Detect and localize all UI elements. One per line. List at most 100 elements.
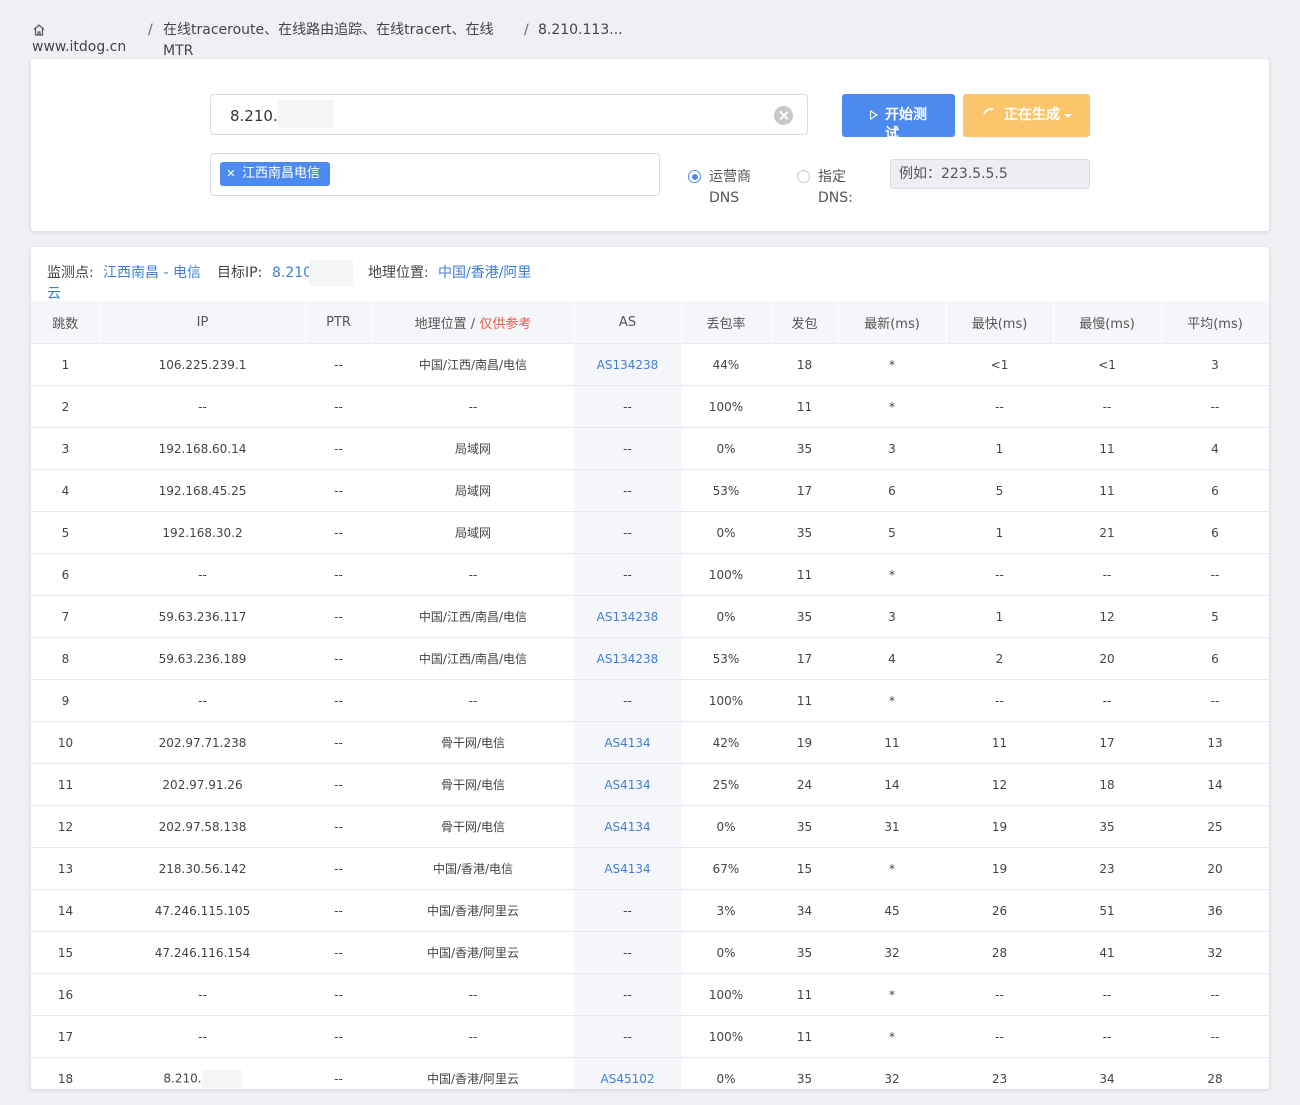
col-loss: 丢包率: [681, 301, 772, 344]
generate-button[interactable]: 正在生成: [963, 94, 1090, 137]
cell-ip: --: [100, 973, 305, 1016]
cell-geo: 骨干网/电信: [372, 805, 574, 848]
cell-hop: 16: [31, 973, 100, 1016]
cell-as[interactable]: AS4134: [574, 847, 681, 890]
cell-worst: --: [1053, 679, 1161, 722]
cell-ptr: --: [305, 427, 372, 470]
radio-unchecked[interactable]: [797, 170, 810, 183]
cell-geo: 局域网: [372, 511, 574, 554]
cell-geo: --: [372, 385, 574, 428]
cell-worst: 51: [1053, 889, 1161, 932]
table-row: 1 106.225.239.1 -- 中国/江西/南昌/电信 AS134238 44% 18…: [31, 343, 1269, 386]
cell-loss: 53%: [681, 637, 771, 680]
cell-ptr: --: [305, 973, 372, 1016]
cell-geo: 中国/香港/电信: [372, 847, 574, 890]
cell-worst: 21: [1053, 511, 1161, 554]
cell-sent: 11: [771, 385, 838, 428]
cell-last: 6: [838, 469, 946, 512]
node-value[interactable]: 江西南昌 - 电信: [103, 263, 201, 284]
cell-last: *: [838, 847, 946, 890]
node-select[interactable]: ✕ 江西南昌电信: [210, 153, 660, 196]
start-test-button[interactable]: 开始测试: [842, 94, 955, 137]
cell-geo: 局域网: [372, 469, 574, 512]
cell-best: 23: [946, 1057, 1053, 1089]
cell-ip: 192.168.30.2: [100, 511, 305, 554]
cell-last: *: [838, 1015, 946, 1058]
cell-as[interactable]: AS4134: [574, 805, 681, 848]
cell-best: 26: [946, 889, 1053, 932]
table-row: 14 47.246.115.105 -- 中国/香港/阿里云 -- 3% 34 45 26 51 3…: [31, 889, 1269, 932]
breadcrumb-home-label[interactable]: www.itdog.cn: [32, 39, 126, 55]
cell-avg: 36: [1161, 889, 1269, 932]
cell-loss: 0%: [681, 1057, 771, 1089]
cell-ip: 106.225.239.1: [100, 343, 305, 386]
cell-geo: --: [372, 1015, 574, 1058]
cell-best: 11: [946, 721, 1053, 764]
geo-value[interactable]: 中国/香港/阿里: [438, 263, 531, 284]
col-worst: 最慢(ms): [1053, 301, 1162, 344]
cell-as[interactable]: AS134238: [574, 595, 681, 638]
cell-best: --: [946, 679, 1053, 722]
cell-last: 32: [838, 1057, 946, 1089]
cell-avg: 14: [1161, 763, 1269, 806]
dns-input[interactable]: 例如：223.5.5.5: [890, 159, 1090, 189]
cell-worst: 35: [1053, 805, 1161, 848]
cell-as: --: [574, 385, 681, 428]
cell-as[interactable]: AS4134: [574, 763, 681, 806]
cell-sent: 35: [771, 595, 838, 638]
cell-avg: 6: [1161, 637, 1269, 680]
cell-last: *: [838, 679, 946, 722]
cell-ip: 192.168.45.25: [100, 469, 305, 512]
cell-geo: 局域网: [372, 427, 574, 470]
table-row: 16 -- -- -- -- 100% 11 * -- -- --: [31, 973, 1269, 1016]
cell-hop: 12: [31, 805, 100, 848]
cell-avg: 5: [1161, 595, 1269, 638]
cell-as[interactable]: AS134238: [574, 637, 681, 680]
tag-remove-icon[interactable]: ✕: [220, 162, 242, 186]
cell-hop: 5: [31, 511, 100, 554]
cell-worst: 34: [1053, 1057, 1161, 1089]
result-summary: 监测点: 江西南昌 - 电信 云 目标IP: 8.210. 地理位置: 中国/香…: [47, 260, 1247, 303]
col-last: 最新(ms): [838, 301, 947, 344]
target-input[interactable]: 8.210.: [210, 94, 808, 135]
cell-as[interactable]: AS4134: [574, 721, 681, 764]
loading-icon: [980, 105, 1002, 127]
radio-checked[interactable]: [688, 170, 701, 183]
cell-best: --: [946, 1015, 1053, 1058]
cell-hop: 15: [31, 931, 100, 974]
cell-last: *: [838, 973, 946, 1016]
cell-avg: --: [1161, 553, 1269, 596]
table-row: 17 -- -- -- -- 100% 11 * -- -- --: [31, 1015, 1269, 1058]
redacted-region: [201, 1069, 242, 1088]
play-icon: [870, 110, 878, 120]
cell-as: --: [574, 553, 681, 596]
target-input-value[interactable]: 8.210.: [230, 100, 334, 128]
cell-as[interactable]: AS134238: [574, 343, 681, 386]
clear-icon[interactable]: [774, 106, 793, 125]
cell-avg: 4: [1161, 427, 1269, 470]
start-test-label: 开始测试: [885, 107, 927, 137]
cell-geo: 中国/香港/阿里云: [372, 1057, 574, 1089]
cell-last: 11: [838, 721, 946, 764]
table-row: 3 192.168.60.14 -- 局域网 -- 0% 35 3 1 11 4: [31, 427, 1269, 470]
dns-operator-radio[interactable]: 运营商DNS: [688, 167, 768, 211]
cell-as: --: [574, 931, 681, 974]
cell-sent: 11: [771, 679, 838, 722]
cell-as: --: [574, 889, 681, 932]
cell-best: --: [946, 973, 1053, 1016]
cell-loss: 100%: [681, 973, 771, 1016]
breadcrumb-home[interactable]: www.itdog.cn: [32, 20, 142, 58]
cell-last: *: [838, 343, 946, 386]
cell-best: 1: [946, 595, 1053, 638]
table-row: 15 47.246.116.154 -- 中国/香港/阿里云 -- 0% 35 32 28 41 3…: [31, 931, 1269, 974]
cell-worst: --: [1053, 1015, 1161, 1058]
cell-hop: 7: [31, 595, 100, 638]
cell-loss: 25%: [681, 763, 771, 806]
cell-ptr: --: [305, 637, 372, 680]
breadcrumb-tool[interactable]: 在线traceroute、在线路由追踪、在线tracert、在线MTR: [163, 20, 503, 62]
cell-as[interactable]: AS45102: [574, 1057, 681, 1089]
cell-best: 2: [946, 637, 1053, 680]
cell-avg: 6: [1161, 469, 1269, 512]
dns-custom-radio[interactable]: 指定DNS:: [797, 167, 877, 211]
cell-ptr: --: [305, 511, 372, 554]
